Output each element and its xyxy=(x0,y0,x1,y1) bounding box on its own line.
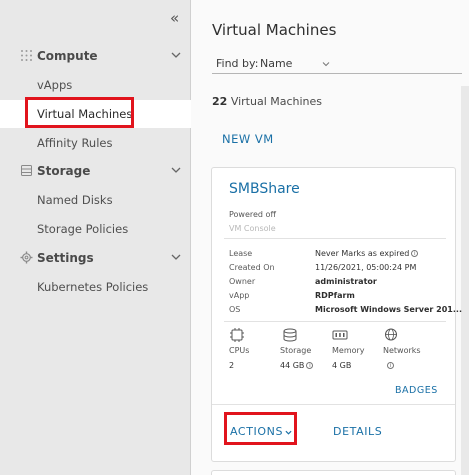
grid-dots-icon xyxy=(21,50,32,61)
detail-key: OS xyxy=(229,305,241,314)
find-by-value: Name xyxy=(260,57,293,70)
sidebar-item-label: Affinity Rules xyxy=(37,136,113,150)
badges-button[interactable]: BADGES xyxy=(395,385,438,396)
sidebar-item-kubernetes-policies[interactable]: Kubernetes Policies xyxy=(0,273,191,301)
sidebar-section-storage[interactable]: Storage xyxy=(0,157,191,185)
detail-key: Created On xyxy=(229,263,275,272)
chevron-down-icon xyxy=(322,62,330,67)
memory-value: 4 GB xyxy=(332,361,352,370)
chevron-down-icon xyxy=(171,52,181,58)
detail-key: Lease xyxy=(229,249,253,258)
cpu-icon xyxy=(230,328,244,342)
sidebar-section-label: Compute xyxy=(37,49,98,63)
cpus-value: 2 xyxy=(229,361,235,370)
sidebar-item-label: Named Disks xyxy=(37,193,113,207)
storage-value-text: 44 GB xyxy=(280,361,305,370)
vm-count-number: 22 xyxy=(212,95,228,108)
sidebar: « Compute vApps Virtual Machines Affinit… xyxy=(0,0,191,475)
gear-icon xyxy=(20,251,33,264)
detail-value-owner: administrator xyxy=(315,277,377,286)
find-by-select[interactable]: Find by: Name xyxy=(212,56,462,74)
sidebar-section-compute[interactable]: Compute xyxy=(0,42,191,70)
sidebar-section-label: Storage xyxy=(37,164,91,178)
vm-count: 22 Virtual Machines xyxy=(212,95,322,108)
memory-label: Memory xyxy=(332,346,365,355)
database-icon xyxy=(21,165,32,176)
sidebar-item-affinity-rules[interactable]: Affinity Rules xyxy=(0,129,191,157)
storage-label: Storage xyxy=(280,346,312,355)
sidebar-section-label: Settings xyxy=(37,251,94,265)
details-button[interactable]: DETAILS xyxy=(333,425,382,438)
memory-icon xyxy=(332,330,348,340)
networks-label: Networks xyxy=(383,346,421,355)
network-icon xyxy=(385,328,397,341)
main-content: Virtual Machines Find by: Name 22 Virtua… xyxy=(191,0,469,475)
networks-value: i xyxy=(385,361,394,370)
sidebar-item-label: Kubernetes Policies xyxy=(37,280,149,294)
collapse-sidebar-icon[interactable]: « xyxy=(170,9,179,27)
sidebar-section-settings[interactable]: Settings xyxy=(0,244,191,272)
sidebar-item-vapps[interactable]: vApps xyxy=(0,71,191,99)
sidebar-item-storage-policies[interactable]: Storage Policies xyxy=(0,215,191,243)
sidebar-item-named-disks[interactable]: Named Disks xyxy=(0,186,191,214)
detail-value-lease: Never Marks as expired i xyxy=(315,249,419,258)
vm-console-link[interactable]: VM Console xyxy=(229,224,276,233)
chevron-down-icon xyxy=(171,167,181,173)
detail-value-os: Microsoft Windows Server 201... xyxy=(315,305,462,314)
detail-key: vApp xyxy=(229,291,250,300)
info-icon[interactable]: i xyxy=(387,362,394,369)
storage-value: 44 GB i xyxy=(280,361,314,370)
info-icon[interactable]: i xyxy=(411,250,419,257)
highlight-box xyxy=(25,97,134,128)
sidebar-item-label: Storage Policies xyxy=(37,222,129,236)
vm-count-text: Virtual Machines xyxy=(230,95,323,108)
detail-value-vapp: RDPfarm xyxy=(315,291,355,300)
vm-card-next xyxy=(211,470,456,475)
detail-key: Owner xyxy=(229,277,256,286)
sidebar-item-label: vApps xyxy=(37,78,73,92)
divider xyxy=(224,321,446,322)
detail-value-created: 11/26/2021, 05:00:24 PM xyxy=(315,263,417,272)
vm-name-link[interactable]: SMBShare xyxy=(229,181,300,197)
lease-text: Never Marks as expired xyxy=(315,249,410,258)
power-state: Powered off xyxy=(229,210,276,219)
page-title: Virtual Machines xyxy=(212,21,337,39)
scroll-area-edge xyxy=(461,86,469,475)
new-vm-button[interactable]: NEW VM xyxy=(222,132,274,146)
storage-icon xyxy=(283,328,297,342)
chevron-down-icon xyxy=(171,254,181,260)
info-icon[interactable]: i xyxy=(306,362,314,369)
cpus-label: CPUs xyxy=(229,346,250,355)
highlight-box xyxy=(224,412,297,445)
divider xyxy=(224,238,446,239)
find-by-label: Find by: xyxy=(216,57,259,70)
divider xyxy=(212,404,455,405)
